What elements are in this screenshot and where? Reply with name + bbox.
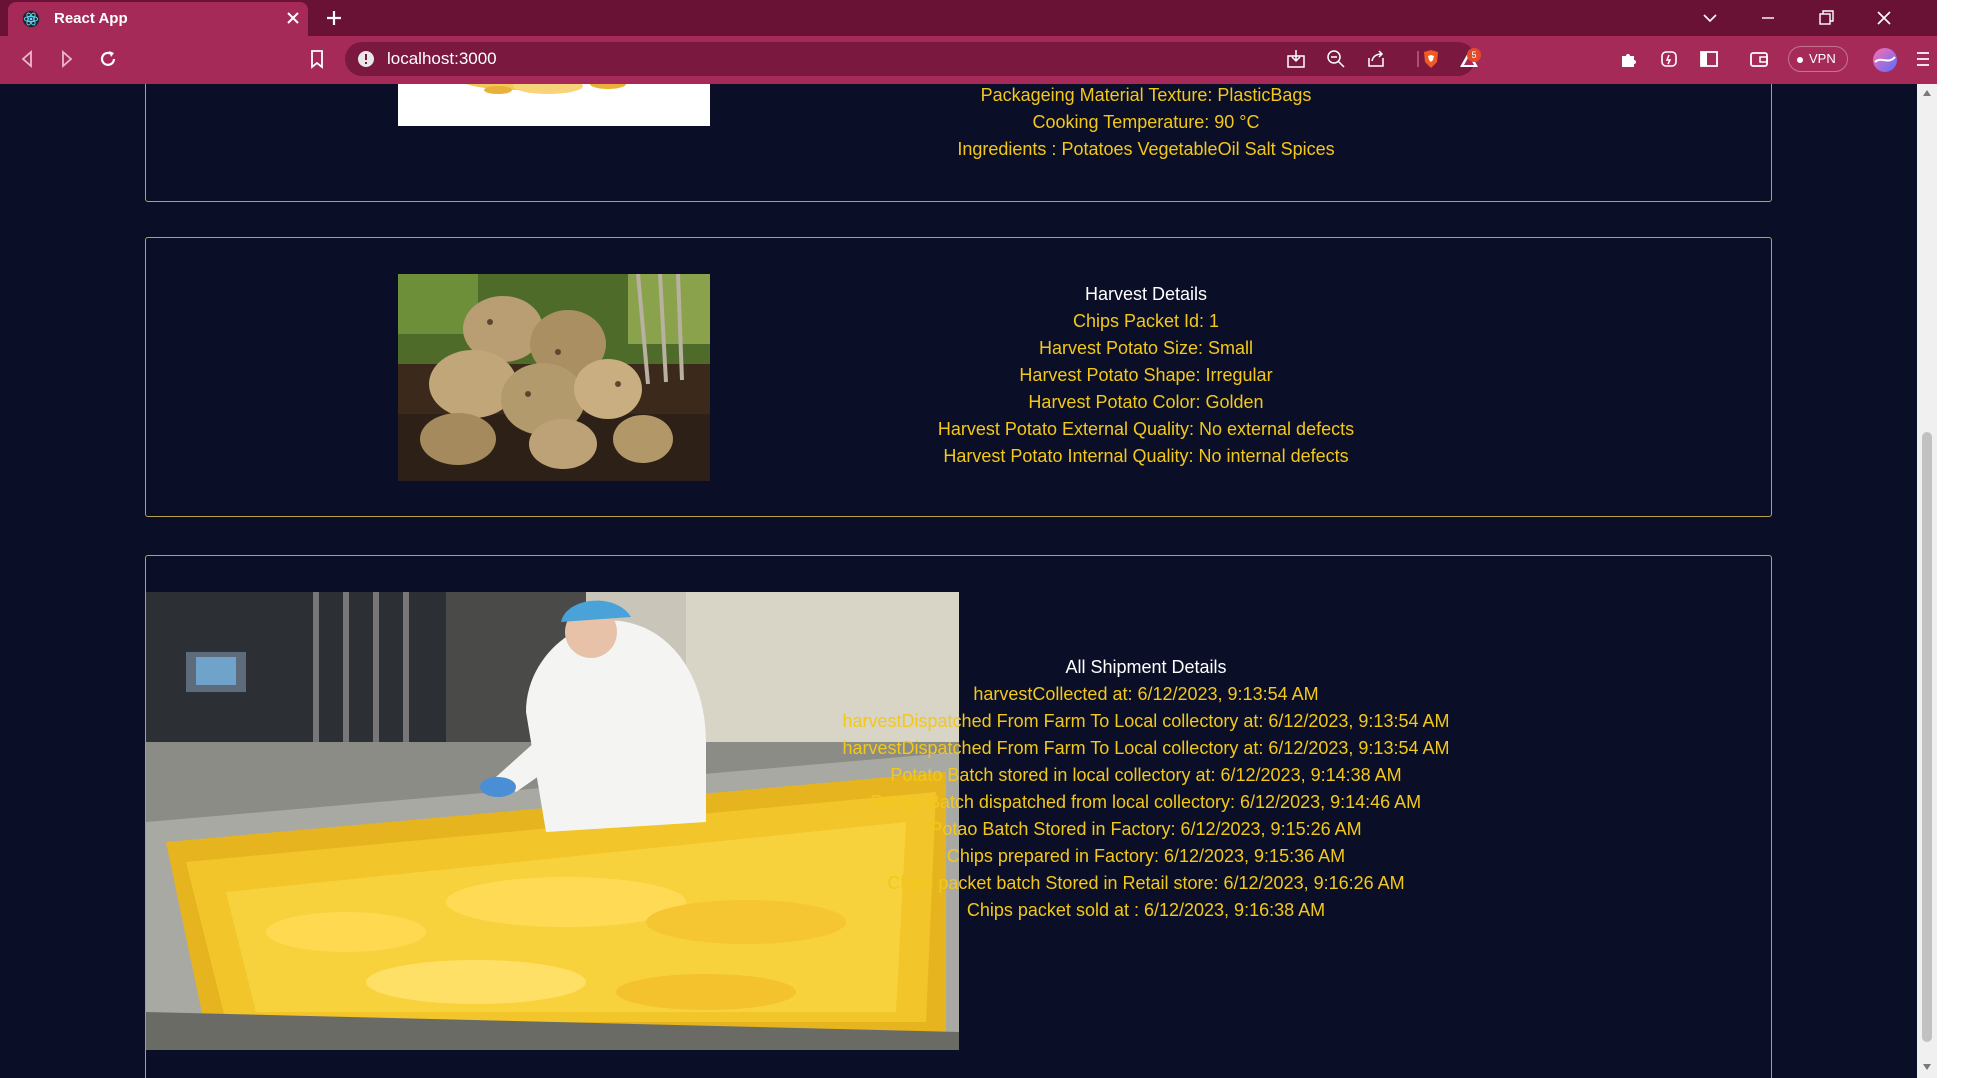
packet-sold-line: Chips packet sold at : 6/12/2023, 9:16:3…	[966, 900, 1326, 920]
tab-react-app[interactable]: React App	[8, 2, 308, 36]
restore-icon[interactable]	[1816, 8, 1836, 28]
internal-quality-line: Harvest Potato Internal Quality: No inte…	[943, 446, 1349, 466]
bookmark-icon[interactable]	[306, 48, 328, 70]
harvest-details-card: Harvest Details Chips Packet Id: 1 Harve…	[145, 237, 1772, 517]
new-tab-icon[interactable]	[324, 8, 344, 28]
potatoes-image	[398, 274, 710, 481]
potatoes-photo	[398, 274, 710, 481]
packaging-material-line: Packageing Material Texture: PlasticBags	[980, 85, 1312, 105]
shipment-details-text: All Shipment Details harvestCollected at…	[843, 654, 1450, 924]
share-icon[interactable]	[1365, 48, 1387, 70]
scroll-thumb[interactable]	[1922, 432, 1932, 1042]
harvest-dispatched-line-duplicate: harvestDispatched From Farm To Local col…	[842, 738, 1450, 758]
potato-size-line: Harvest Potato Size: Small	[1038, 338, 1254, 358]
chips-prepared-line: Chips prepared in Factory: 6/12/2023, 9:…	[946, 846, 1346, 866]
browser-window: React App localhost:3000 VPN 5 Packagein…	[0, 0, 1937, 1078]
url-text[interactable]: localhost:3000	[387, 49, 497, 69]
sidebar-icon[interactable]	[1698, 48, 1720, 70]
ingredients-line: Ingredients : Potatoes VegetableOil Salt…	[957, 139, 1335, 159]
reload-icon[interactable]	[97, 48, 119, 70]
leo-ai-icon[interactable]	[1658, 48, 1680, 70]
zoom-out-icon[interactable]	[1325, 48, 1347, 70]
profile-avatar-icon[interactable]	[1872, 47, 1898, 73]
harvest-details-title: Harvest Details	[1084, 284, 1208, 304]
back-icon[interactable]	[16, 48, 38, 70]
factory-photo	[146, 592, 959, 1050]
vpn-label: VPN	[1809, 51, 1836, 66]
harvest-collected-line: harvestCollected at: 6/12/2023, 9:13:54 …	[973, 684, 1319, 704]
rewards-notification-badge: 5	[1467, 48, 1481, 62]
chips-packet-id-line: Chips Packet Id: 1	[1072, 311, 1220, 331]
chips-factory-image	[146, 592, 959, 1050]
chips-pile-image	[398, 84, 710, 126]
tab-strip: React App	[0, 0, 1937, 36]
vpn-button[interactable]: VPN	[1788, 46, 1848, 72]
shipment-details-card: All Shipment Details harvestCollected at…	[145, 555, 1772, 1078]
extensions-icon[interactable]	[1618, 48, 1640, 70]
close-window-icon[interactable]	[1874, 8, 1894, 28]
site-info-icon[interactable]	[357, 50, 375, 68]
forward-icon[interactable]	[56, 48, 78, 70]
packaged-chips-image	[398, 84, 710, 126]
cooking-temperature-line: Cooking Temperature: 90 °C	[1032, 112, 1260, 132]
potato-shape-line: Harvest Potato Shape: Irregular	[1019, 365, 1273, 385]
batch-stored-collectory-line: Potato Batch stored in local collectory …	[890, 765, 1402, 785]
harvest-dispatched-line: harvestDispatched From Farm To Local col…	[842, 711, 1450, 731]
page-viewport: Packageing Material Texture: PlasticBags…	[0, 84, 1917, 1078]
page-scrollbar[interactable]	[1917, 84, 1937, 1078]
harvest-details-text: Harvest Details Chips Packet Id: 1 Harve…	[938, 281, 1354, 470]
batch-dispatched-collectory-line: Potato Batch dispatched from local colle…	[870, 792, 1422, 812]
react-logo-icon	[22, 10, 40, 28]
tab-search-chevron-icon[interactable]	[1700, 8, 1720, 28]
browser-toolbar: localhost:3000 VPN	[0, 36, 1937, 84]
scroll-up-arrow-icon[interactable]	[1923, 90, 1931, 96]
vpn-status-dot	[1797, 57, 1803, 63]
processing-details-text: Packageing Material Texture: PlasticBags…	[957, 84, 1334, 163]
potato-color-line: Harvest Potato Color: Golden	[1028, 392, 1264, 412]
shipment-details-title: All Shipment Details	[1065, 657, 1227, 677]
batch-stored-factory-line: Potao Batch Stored in Factory: 6/12/2023…	[930, 819, 1362, 839]
menu-icon[interactable]	[1912, 48, 1934, 70]
install-app-icon[interactable]	[1285, 48, 1307, 70]
processing-details-card: Packageing Material Texture: PlasticBags…	[145, 84, 1772, 202]
brave-shields-icon[interactable]	[1420, 48, 1442, 70]
minimize-icon[interactable]	[1758, 8, 1778, 28]
packet-stored-retail-line: Chips packet batch Stored in Retail stor…	[887, 873, 1405, 893]
wallet-icon[interactable]	[1748, 48, 1770, 70]
scroll-down-arrow-icon[interactable]	[1923, 1064, 1931, 1070]
close-tab-icon[interactable]	[284, 9, 302, 27]
tab-title: React App	[54, 10, 128, 27]
external-quality-line: Harvest Potato External Quality: No exte…	[937, 419, 1355, 439]
